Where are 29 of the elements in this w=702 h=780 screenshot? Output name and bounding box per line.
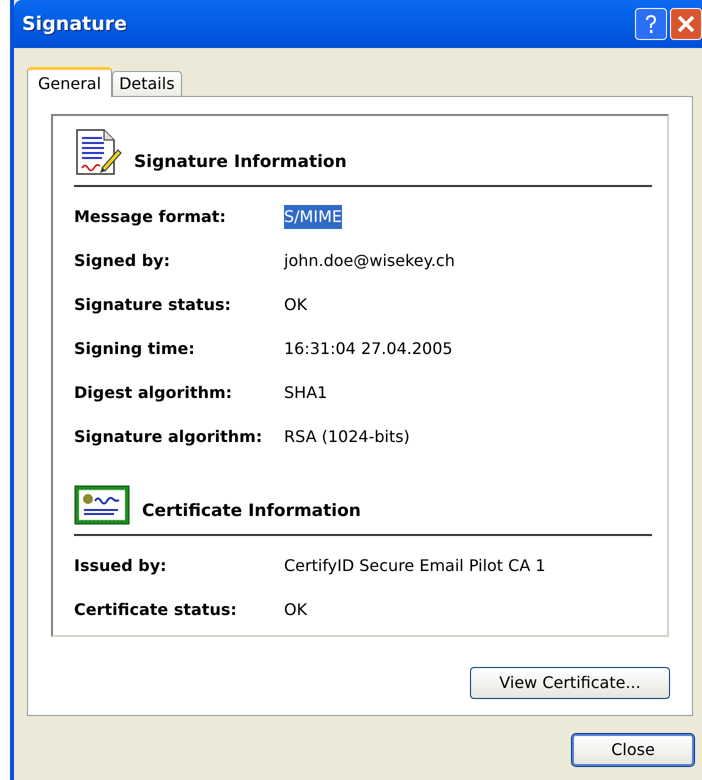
field-label: Certificate status: [74, 599, 238, 621]
close-icon [677, 15, 695, 33]
help-icon [643, 14, 659, 34]
field-value[interactable]: OK [284, 598, 308, 622]
field-value[interactable]: SHA1 [284, 381, 328, 405]
tab[interactable]: Details [112, 71, 182, 97]
close-button[interactable]: Close [572, 734, 694, 766]
close-window-button[interactable] [670, 8, 702, 40]
field-label: Signature status: [74, 294, 232, 316]
field-label: Message format: [74, 206, 227, 228]
tab[interactable]: General [27, 67, 112, 97]
section-heading: Certificate Information [142, 500, 361, 522]
certificate-icon [74, 485, 130, 525]
window-title: Signature [22, 12, 128, 37]
document-pen-icon [74, 128, 122, 176]
field-value[interactable]: RSA (1024-bits) [284, 425, 410, 449]
field-label: Digest algorithm: [74, 382, 234, 404]
field-value[interactable]: john.doe@wisekey.ch [284, 249, 455, 273]
field-value[interactable]: S/MIME [284, 205, 342, 229]
field-value[interactable]: CertifyID Secure Email Pilot CA 1 [284, 554, 546, 578]
field-label: Issued by: [74, 555, 168, 577]
view-certificate-button[interactable]: View Certificate... [470, 667, 670, 699]
help-button[interactable] [635, 8, 667, 40]
section-heading: Signature Information [134, 150, 347, 174]
field-value[interactable]: 16:31:04 27.04.2005 [284, 337, 453, 361]
field-label: Signed by: [74, 250, 172, 272]
field-label: Signing time: [74, 338, 196, 360]
field-label: Signature algorithm: [74, 426, 264, 448]
field-value[interactable]: OK [284, 293, 308, 317]
